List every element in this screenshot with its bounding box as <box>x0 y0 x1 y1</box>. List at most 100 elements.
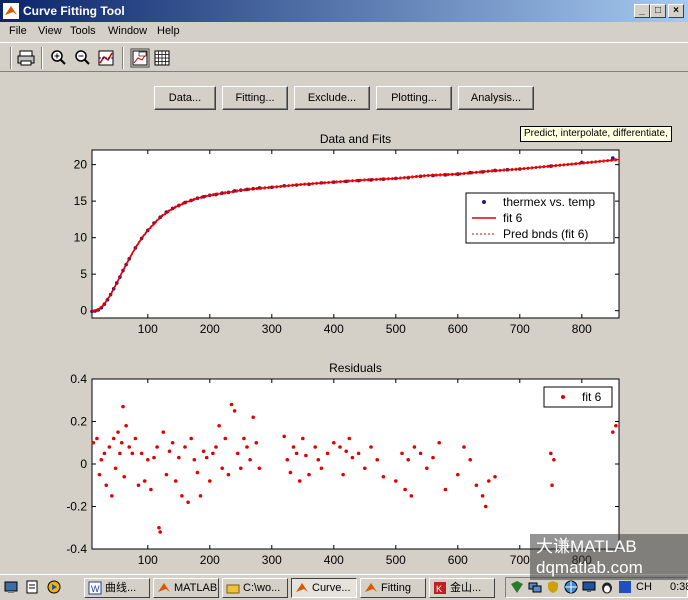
y-tick-label: 0.4 <box>70 372 87 386</box>
residual-point <box>157 525 161 530</box>
residual-point <box>254 440 259 445</box>
y-tick-label: -0.4 <box>66 542 87 556</box>
x-tick-label: 300 <box>262 553 282 567</box>
matlab-logo-icon <box>365 583 377 592</box>
residual-point <box>614 423 618 428</box>
residual-point <box>235 451 240 456</box>
matlab-logo-icon <box>158 583 170 592</box>
residual-point <box>431 455 435 460</box>
taskbar-item-active[interactable]: Curve... <box>291 578 357 598</box>
residual-point <box>552 457 556 462</box>
quicklaunch-media-icon[interactable] <box>46 579 62 595</box>
matlab-logo-icon <box>296 583 308 592</box>
x-tick-label: 200 <box>200 322 220 336</box>
x-tick-label: 500 <box>386 553 406 567</box>
residual-point <box>409 494 414 498</box>
residual-point <box>211 451 215 456</box>
taskbar-item[interactable]: Fitting <box>360 578 426 598</box>
y-tick-label: -0.2 <box>66 500 87 514</box>
taskbar-item[interactable]: MATLAB <box>153 578 219 598</box>
folder-icon <box>226 584 240 594</box>
residual-point <box>239 466 243 471</box>
antivirus-icon[interactable] <box>510 580 524 594</box>
globe-icon[interactable] <box>564 580 578 594</box>
residual-point <box>307 472 311 477</box>
axes-box <box>91 378 620 550</box>
residual-point <box>167 449 172 454</box>
residual-point <box>381 474 386 479</box>
taskbar-item-label: 曲线... <box>105 582 137 594</box>
legend-label: thermex vs. temp <box>503 195 595 209</box>
residual-point <box>226 472 231 477</box>
residual-point <box>111 436 116 441</box>
x-tick-label: 600 <box>448 553 468 567</box>
residual-point <box>483 504 488 509</box>
residual-point <box>118 451 122 456</box>
quicklaunch-desktop-icon[interactable] <box>3 579 19 595</box>
x-tick-label: 100 <box>138 553 158 567</box>
residual-point <box>149 487 153 492</box>
x-tick-label: 400 <box>324 322 344 336</box>
legend-marker <box>482 200 486 204</box>
x-tick-label: 500 <box>386 322 406 336</box>
residual-point <box>319 466 324 471</box>
residual-point <box>198 494 203 498</box>
taskbar-item-label: 金山... <box>450 582 482 594</box>
residual-point <box>550 483 554 488</box>
y-tick-label: 0.2 <box>70 415 87 429</box>
x-tick-label: 200 <box>200 553 220 567</box>
y-tick-label: 15 <box>74 194 88 208</box>
residual-point <box>192 457 197 462</box>
taskbar-item-label: C:\wo... <box>243 582 281 594</box>
residual-point <box>161 430 166 434</box>
residual-point <box>104 483 109 488</box>
taskbar-item[interactable]: W 曲线... <box>84 578 150 598</box>
residual-point <box>338 445 342 449</box>
ime-icon[interactable] <box>618 580 632 594</box>
residual-point <box>412 445 417 449</box>
residual-point <box>127 445 131 449</box>
taskbar-item[interactable]: K 金山... <box>429 578 495 598</box>
y-tick-label: 0 <box>80 457 87 471</box>
x-tick-label: 400 <box>324 553 344 567</box>
network-icon[interactable] <box>528 580 542 594</box>
language-indicator[interactable]: CH <box>636 581 652 593</box>
quicklaunch-notepad-icon[interactable] <box>24 579 40 595</box>
residual-point <box>332 440 336 445</box>
residual-point <box>204 455 209 460</box>
residual-point <box>456 472 460 477</box>
residual-point <box>130 451 135 456</box>
residual-point <box>248 457 252 462</box>
residual-point <box>232 409 237 413</box>
residual-point <box>304 453 308 458</box>
monitor-icon[interactable] <box>582 580 596 594</box>
x-tick-label: 700 <box>510 322 530 336</box>
legend-label: fit 6 <box>503 211 523 225</box>
taskbar-item-label: Fitting <box>381 582 411 594</box>
residual-point <box>208 479 212 483</box>
residual-point <box>136 483 141 488</box>
residual-point <box>164 472 169 477</box>
residual-point <box>186 500 190 505</box>
legend-box <box>543 386 613 408</box>
residual-point <box>107 445 112 449</box>
residual-point <box>102 451 107 456</box>
residual-point <box>549 451 553 456</box>
shield-icon[interactable] <box>546 580 560 594</box>
taskbar-item[interactable]: C:\wo... <box>222 578 288 598</box>
x-tick-label: 600 <box>448 322 468 336</box>
residual-point <box>474 483 479 488</box>
residual-point <box>152 455 156 460</box>
svg-text:K: K <box>436 584 442 594</box>
residual-point <box>139 451 144 456</box>
residual-point <box>403 487 407 492</box>
residual-point <box>97 472 102 477</box>
x-tick-label: 800 <box>572 322 592 336</box>
legend-label: fit 6 <box>582 390 602 404</box>
penguin-icon[interactable] <box>600 580 614 594</box>
svg-text:W: W <box>91 584 100 594</box>
residual-point <box>493 474 497 479</box>
y-tick-label: 10 <box>74 231 88 245</box>
residual-point <box>406 457 411 462</box>
residual-point <box>189 436 193 441</box>
